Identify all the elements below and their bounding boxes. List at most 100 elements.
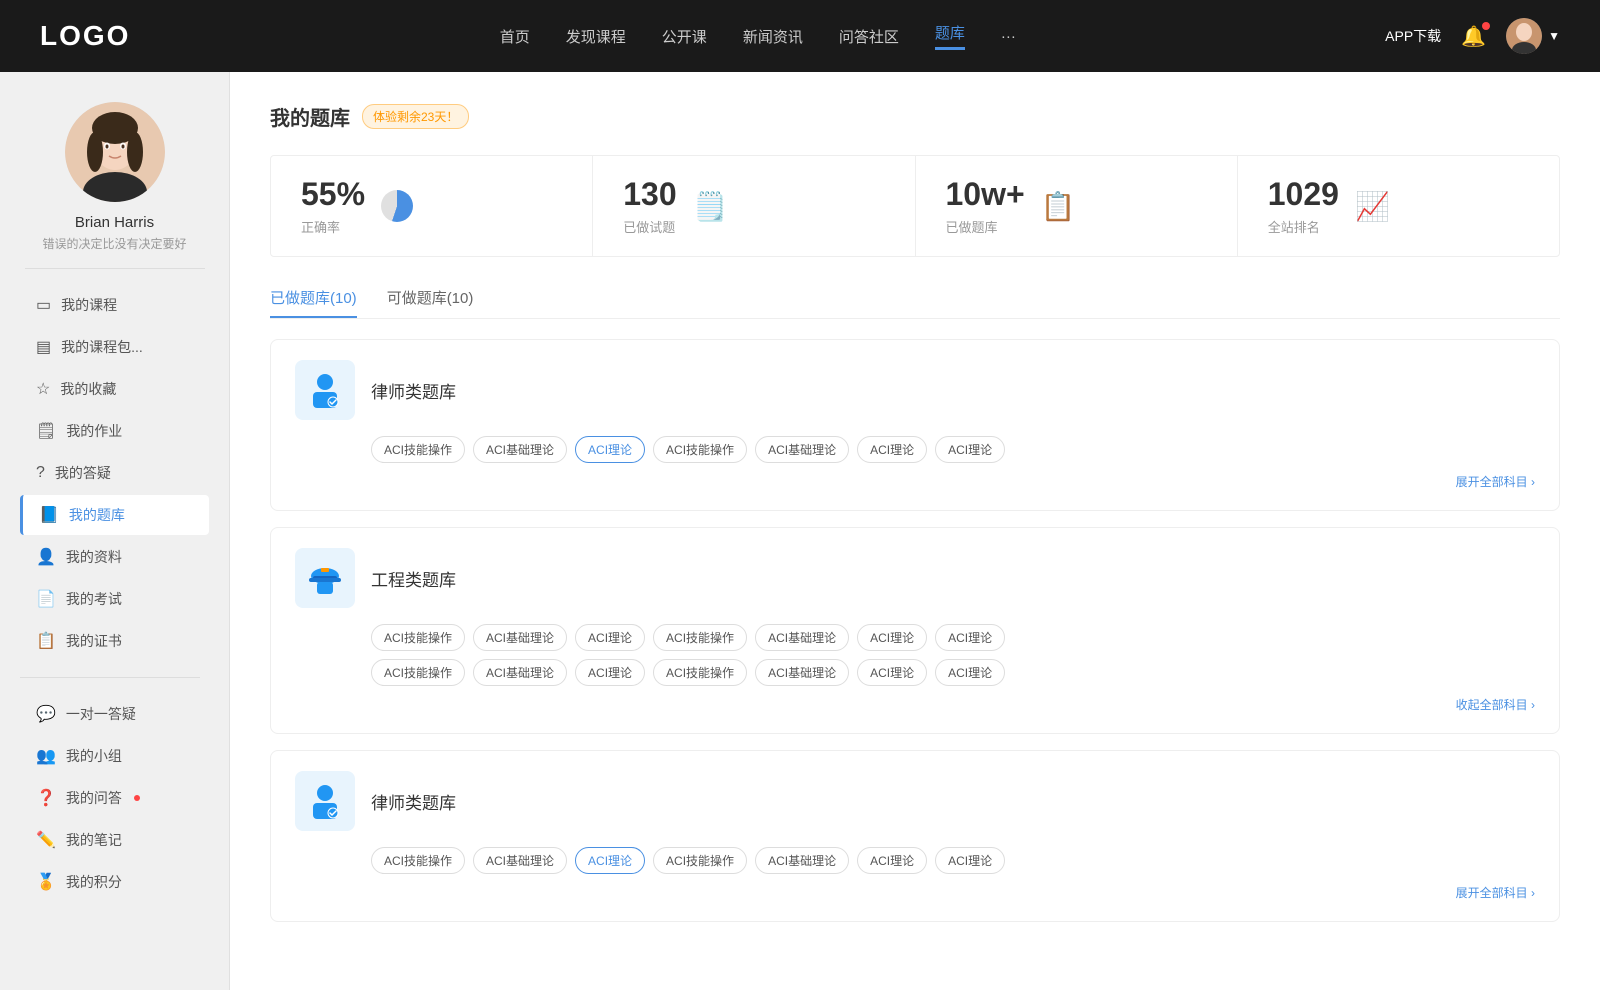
questions-value: 130: [623, 176, 676, 213]
sidebar-item-label: 我的答疑: [55, 463, 111, 483]
bank-icon-lawyer-2: [295, 771, 355, 831]
top-navigation: LOGO 首页 发现课程 公开课 新闻资讯 问答社区 题库 ··· APP下载 …: [0, 0, 1600, 72]
course-icon: ▭: [36, 295, 51, 315]
user-avatar-menu[interactable]: ▼: [1506, 18, 1560, 54]
tag-3-5[interactable]: ACI基础理论: [755, 847, 849, 874]
sidebar-item-my-profile[interactable]: 👤 我的资料: [20, 537, 209, 577]
sidebar-item-one-on-one[interactable]: 💬 一对一答疑: [20, 694, 209, 734]
tag-2-3[interactable]: ACI理论: [575, 624, 645, 651]
sidebar-item-my-notes[interactable]: ✏️ 我的笔记: [20, 820, 209, 860]
tag-2-1[interactable]: ACI技能操作: [371, 624, 465, 651]
nav-links: 首页 发现课程 公开课 新闻资讯 问答社区 题库 ···: [500, 22, 1016, 50]
bank-header-3: 律师类题库: [295, 771, 1535, 831]
exam-icon: 📄: [36, 589, 56, 609]
tag-2-9[interactable]: ACI基础理论: [473, 659, 567, 686]
tag-2-11[interactable]: ACI技能操作: [653, 659, 747, 686]
bank-title-3: 律师类题库: [371, 789, 456, 814]
nav-home[interactable]: 首页: [500, 26, 530, 47]
tab-available-banks[interactable]: 可做题库(10): [387, 287, 474, 318]
tag-1-6[interactable]: ACI理论: [857, 436, 927, 463]
tag-2-14[interactable]: ACI理论: [935, 659, 1005, 686]
collapse-label-2[interactable]: 收起全部科目 ›: [1456, 696, 1535, 713]
tag-2-6[interactable]: ACI理论: [857, 624, 927, 651]
bank-icon-lawyer: [295, 360, 355, 420]
profile-motto: 错误的决定比没有决定要好: [22, 235, 206, 252]
sidebar-item-my-course-pack[interactable]: ▤ 我的课程包...: [20, 327, 209, 367]
expand-label-1[interactable]: 展开全部科目 ›: [1456, 473, 1535, 490]
sidebar-item-my-homework[interactable]: 🗒 我的作业: [20, 411, 209, 451]
sidebar-item-my-favorites[interactable]: ☆ 我的收藏: [20, 369, 209, 409]
nav-more[interactable]: ···: [1001, 28, 1016, 45]
logo[interactable]: LOGO: [40, 20, 130, 52]
sidebar-item-label: 我的题库: [69, 505, 125, 525]
sidebar-item-label: 我的笔记: [66, 830, 122, 850]
tag-2-7[interactable]: ACI理论: [935, 624, 1005, 651]
sidebar-item-label: 我的作业: [66, 421, 122, 441]
sidebar-item-my-exam[interactable]: 📄 我的考试: [20, 579, 209, 619]
tab-done-banks[interactable]: 已做题库(10): [270, 287, 357, 318]
tag-1-1[interactable]: ACI技能操作: [371, 436, 465, 463]
sidebar-divider2: [20, 677, 200, 678]
tag-1-7[interactable]: ACI理论: [935, 436, 1005, 463]
tag-1-3[interactable]: ACI理论: [575, 436, 645, 463]
tag-2-13[interactable]: ACI理论: [857, 659, 927, 686]
accuracy-value: 55%: [301, 176, 365, 213]
sidebar-item-my-course[interactable]: ▭ 我的课程: [20, 285, 209, 325]
one-on-one-icon: 💬: [36, 704, 56, 724]
stat-value-questions: 130 已做试题: [623, 176, 676, 236]
profile-icon: 👤: [36, 547, 56, 567]
course-pack-icon: ▤: [36, 337, 51, 357]
bank-icon: 📘: [39, 505, 59, 525]
questions-label: 已做试题: [623, 217, 676, 236]
stat-done-banks: 10w+ 已做题库 📋: [916, 156, 1238, 256]
nav-qa[interactable]: 问答社区: [839, 26, 899, 47]
nav-right: APP下载 🔔 ▼: [1385, 18, 1560, 54]
sidebar-item-my-bank[interactable]: 📘 我的题库: [20, 495, 209, 535]
tag-3-4[interactable]: ACI技能操作: [653, 847, 747, 874]
page-title-row: 我的题库 体验剩余23天！: [270, 102, 1560, 131]
sidebar: Brian Harris 错误的决定比没有决定要好 ▭ 我的课程 ▤ 我的课程包…: [0, 72, 230, 990]
tag-3-7[interactable]: ACI理论: [935, 847, 1005, 874]
sidebar-divider: [25, 268, 205, 269]
sidebar-item-my-cert[interactable]: 📋 我的证书: [20, 621, 209, 661]
tag-2-4[interactable]: ACI技能操作: [653, 624, 747, 651]
stats-row: 55% 正确率 130 已做试题 🗒️ 10w+ 已做题库 📋: [270, 155, 1560, 257]
tag-1-2[interactable]: ACI基础理论: [473, 436, 567, 463]
stat-value-accuracy: 55% 正确率: [301, 176, 365, 236]
banks-value: 10w+: [946, 176, 1025, 213]
main-content: 我的题库 体验剩余23天！ 55% 正确率 130 已做试题 🗒️: [230, 72, 1600, 990]
sidebar-item-my-questions[interactable]: ❓ 我的问答: [20, 778, 209, 818]
trial-badge: 体验剩余23天！: [362, 104, 469, 129]
tag-2-5[interactable]: ACI基础理论: [755, 624, 849, 651]
tag-3-3[interactable]: ACI理论: [575, 847, 645, 874]
accuracy-label: 正确率: [301, 217, 365, 236]
banks-label: 已做题库: [946, 217, 1025, 236]
sidebar-item-label: 我的收藏: [60, 379, 116, 399]
tag-2-12[interactable]: ACI基础理论: [755, 659, 849, 686]
sidebar-item-my-group[interactable]: 👥 我的小组: [20, 736, 209, 776]
tag-2-8[interactable]: ACI技能操作: [371, 659, 465, 686]
page-title: 我的题库: [270, 102, 350, 131]
bank-title-2: 工程类题库: [371, 566, 456, 591]
nav-bank[interactable]: 题库: [935, 22, 965, 50]
sidebar-item-my-points[interactable]: 🏅 我的积分: [20, 862, 209, 902]
tag-2-10[interactable]: ACI理论: [575, 659, 645, 686]
nav-open-course[interactable]: 公开课: [662, 26, 707, 47]
main-layout: Brian Harris 错误的决定比没有决定要好 ▭ 我的课程 ▤ 我的课程包…: [0, 72, 1600, 990]
tag-3-1[interactable]: ACI技能操作: [371, 847, 465, 874]
tag-1-5[interactable]: ACI基础理论: [755, 436, 849, 463]
sidebar-item-my-qa[interactable]: ? 我的答疑: [20, 453, 209, 493]
sidebar-item-label: 我的积分: [66, 872, 122, 892]
nav-news[interactable]: 新闻资讯: [743, 26, 803, 47]
sidebar-item-label: 我的问答: [66, 788, 122, 808]
nav-discover[interactable]: 发现课程: [566, 26, 626, 47]
sidebar-item-label: 我的课程包...: [61, 337, 143, 357]
app-download-button[interactable]: APP下载: [1385, 26, 1441, 46]
tag-3-2[interactable]: ACI基础理论: [473, 847, 567, 874]
tag-3-6[interactable]: ACI理论: [857, 847, 927, 874]
notification-bell[interactable]: 🔔: [1461, 24, 1486, 49]
tag-1-4[interactable]: ACI技能操作: [653, 436, 747, 463]
expand-label-3[interactable]: 展开全部科目 ›: [1456, 884, 1535, 901]
sidebar-item-label: 一对一答疑: [66, 704, 136, 724]
tag-2-2[interactable]: ACI基础理论: [473, 624, 567, 651]
